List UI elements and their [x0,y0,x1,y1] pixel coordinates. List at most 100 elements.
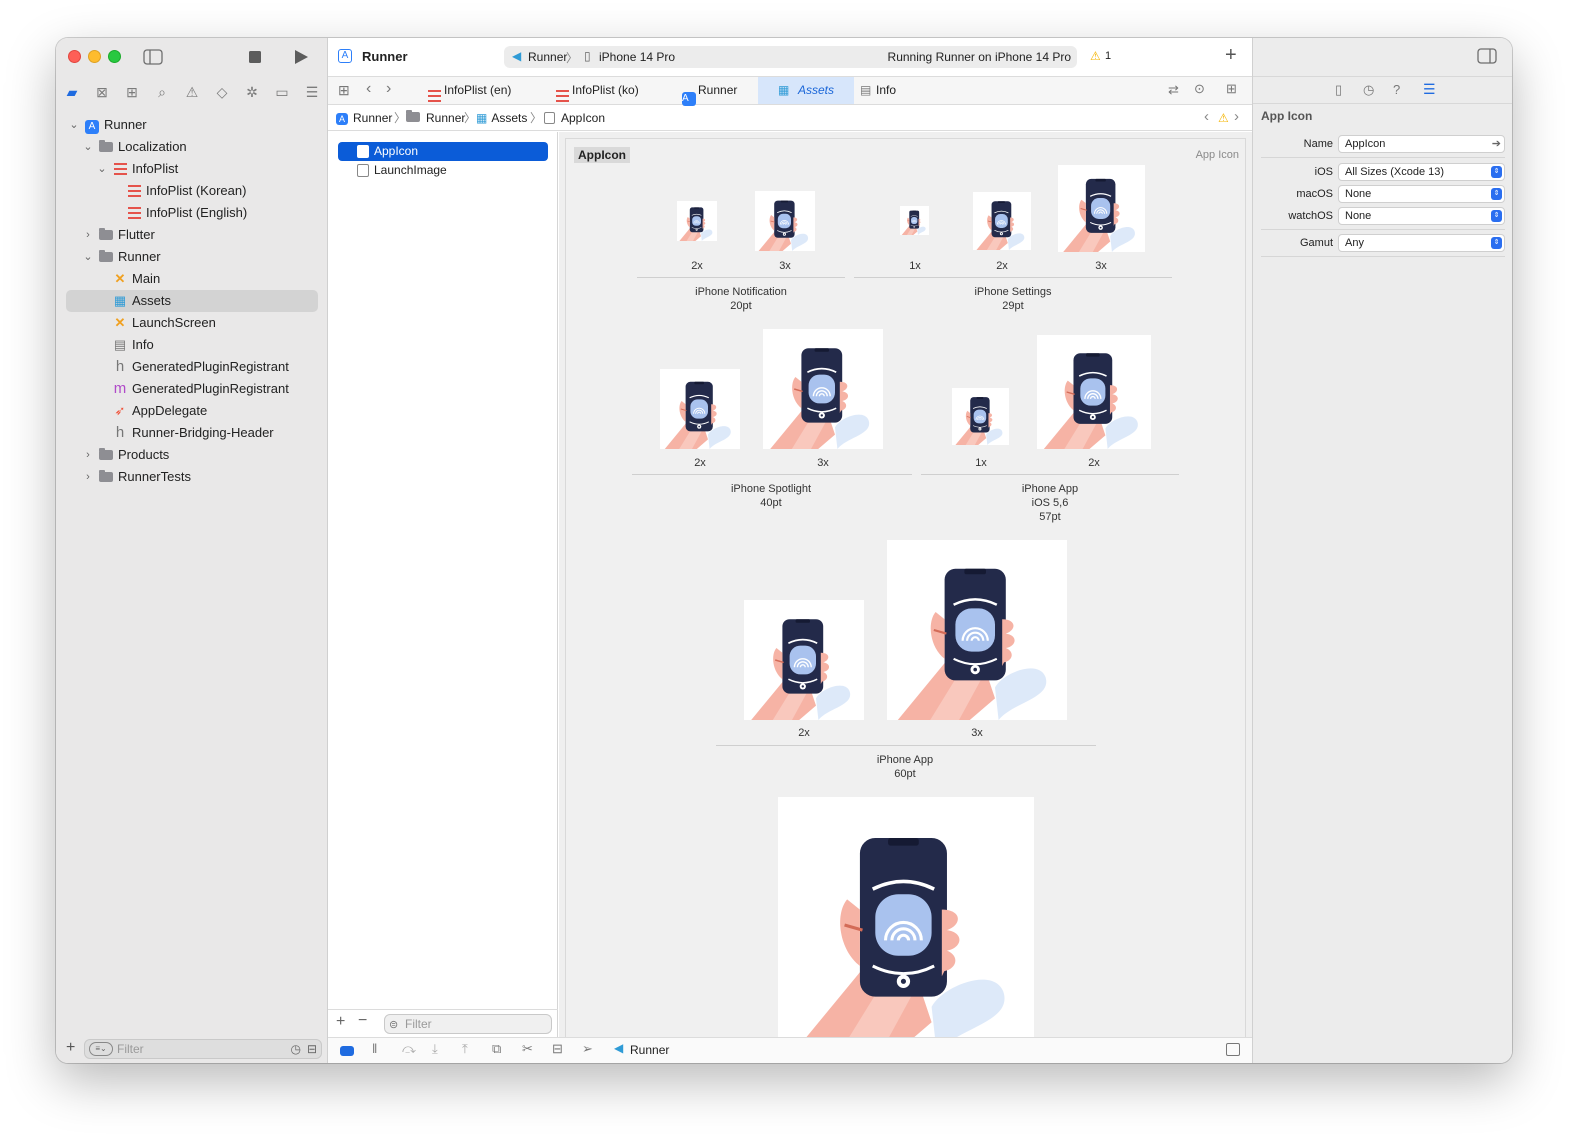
forward-icon[interactable]: › [386,80,391,98]
tree-item-infoplist-english[interactable]: InfoPlist (English) [66,202,318,224]
report-navigator-icon[interactable]: ☰ [302,82,322,102]
console-toggle-icon[interactable] [340,1046,354,1056]
warning-icon[interactable]: ⚠ [1090,49,1101,63]
asset-item-launchimage[interactable]: LaunchImage [338,161,548,180]
tree-item-runner-bridging-header[interactable]: h Runner-Bridging-Header [66,422,318,444]
related-items-icon[interactable]: ⊞ [338,82,350,99]
tree-item-runnertests[interactable]: › RunnerTests [66,466,318,488]
issue-navigator-icon[interactable]: ⚠ [182,82,202,102]
ios-select[interactable]: All Sizes (Xcode 13) ⇕ [1338,163,1505,181]
modified-files-icon[interactable]: ⊟ [307,1040,317,1058]
breadcrumb-runner-group[interactable]: Runner [406,105,465,131]
tab-infoplist-en[interactable]: InfoPlist (en) [426,77,554,104]
navigator-filter-input[interactable]: ≡⌄ Filter ◷ ⊟ [84,1039,322,1059]
disclosure-closed-icon[interactable]: › [82,224,94,246]
arrow-circle-icon[interactable]: ➔ [1492,136,1501,152]
step-into-icon[interactable]: ⤓ [432,1041,438,1057]
debug-navigator-icon[interactable]: ✲ [242,82,262,102]
breadcrumb-runner-project[interactable]: A Runner [336,105,392,131]
view-hierarchy-icon[interactable]: ⧉ [492,1041,501,1057]
test-navigator-icon[interactable]: ◇ [212,82,232,102]
help-inspector-icon[interactable]: ? [1393,82,1400,97]
previous-issue-icon[interactable]: ‹ [1204,105,1209,131]
icon-well-spotlight-3x[interactable] [763,329,883,449]
icon-well-settings-2x[interactable] [973,192,1031,250]
stop-icon[interactable] [248,50,262,64]
attributes-inspector-icon[interactable]: ☰ [1423,81,1436,98]
disclosure-open-icon[interactable]: ⌄ [96,158,108,180]
activity-viewer[interactable]: ◀ Runner 〉 ▯ iPhone 14 Pro Running Runne… [504,46,1077,68]
tab-assets[interactable]: ▦ Assets [758,77,854,104]
pause-icon[interactable]: ‖ [372,1041,377,1056]
disclosure-open-icon[interactable]: ⌄ [82,246,94,268]
icon-well-app-store[interactable] [778,797,1034,1037]
icon-well-settings-3x[interactable] [1058,165,1145,252]
breakpoint-navigator-icon[interactable]: ▭ [272,82,292,102]
breadcrumb-assets[interactable]: ▦ Assets [476,105,527,131]
tree-item-main[interactable]: ✕ Main [66,268,318,290]
disclosure-closed-icon[interactable]: › [82,466,94,488]
zoom-window-button[interactable] [108,50,121,63]
name-field[interactable]: AppIcon ➔ [1338,135,1505,153]
tree-item-assets[interactable]: ▦ Assets [66,290,318,312]
tree-item-launchscreen[interactable]: ✕ LaunchScreen [66,312,318,334]
icon-well-app-2x[interactable] [744,600,864,720]
tree-item-products[interactable]: › Products [66,444,318,466]
tree-item-appdelegate[interactable]: ➶ AppDelegate [66,400,318,422]
gamut-select[interactable]: Any ⇕ [1338,234,1505,252]
step-out-icon[interactable]: ⤒ [462,1041,468,1057]
tab-runner[interactable]: A Runner [680,77,758,106]
tree-item-runner-project[interactable]: ⌄ A Runner [66,114,318,136]
disclosure-open-icon[interactable]: ⌄ [68,114,80,136]
recent-files-icon[interactable]: ◷ [291,1040,301,1058]
memory-graph-icon[interactable]: ✂ [522,1041,533,1057]
tree-item-generatedpluginregistrant-m[interactable]: m GeneratedPluginRegistrant [66,378,318,400]
tree-item-generatedpluginregistrant-h[interactable]: h GeneratedPluginRegistrant [66,356,318,378]
disclosure-open-icon[interactable]: ⌄ [82,136,94,158]
tree-item-info[interactable]: ▤ Info [66,334,318,356]
adjust-editor-icon[interactable]: ⇄ [1168,82,1179,98]
tree-item-flutter[interactable]: › Flutter [66,224,318,246]
minimize-window-button[interactable] [88,50,101,63]
asset-item-appicon[interactable]: AppIcon [338,142,548,161]
macos-select[interactable]: None ⇕ [1338,185,1505,203]
sidebar-toggle-icon[interactable] [143,49,163,65]
project-navigator-icon[interactable]: ▰ [62,82,82,102]
library-add-icon[interactable]: + [1225,44,1237,67]
icon-well-notification-2x[interactable] [677,201,717,241]
asset-filter-input[interactable]: ⊜ Filter [384,1014,552,1034]
tab-info[interactable]: ▤ Info [858,77,938,104]
icon-well-app-ios56-1x[interactable] [952,388,1009,445]
close-window-button[interactable] [68,50,81,63]
icon-well-app-3x[interactable] [887,540,1067,720]
tree-item-runner-group[interactable]: ⌄ Runner [66,246,318,268]
add-icon[interactable]: + [66,1039,75,1057]
add-editor-icon[interactable]: ⊞ [1226,81,1237,97]
inspector-toggle-icon[interactable] [1477,48,1497,64]
icon-well-spotlight-2x[interactable] [660,369,740,449]
icon-well-app-ios56-2x[interactable] [1037,335,1151,449]
environment-overrides-icon[interactable]: ⊟ [552,1041,563,1057]
hide-debug-area-icon[interactable] [1226,1043,1240,1056]
tree-item-infoplist-korean[interactable]: InfoPlist (Korean) [66,180,318,202]
back-icon[interactable]: ‹ [366,80,371,98]
remove-icon[interactable]: − [358,1012,367,1030]
breadcrumb-appicon[interactable]: AppIcon [544,105,605,131]
icon-well-notification-3x[interactable] [755,191,815,251]
disclosure-closed-icon[interactable]: › [82,444,94,466]
symbol-navigator-icon[interactable]: ⊞ [122,82,142,102]
icon-well-settings-1x[interactable] [900,206,929,235]
watchos-select[interactable]: None ⇕ [1338,207,1505,225]
history-inspector-icon[interactable]: ◷ [1363,82,1374,98]
device-selector[interactable]: iPhone 14 Pro [599,50,675,64]
tree-item-localization[interactable]: ⌄ Localization [66,136,318,158]
add-icon[interactable]: + [336,1013,345,1031]
next-issue-icon[interactable]: › [1234,105,1239,131]
tree-item-infoplist[interactable]: ⌄ InfoPlist [66,158,318,180]
scheme-selector[interactable]: Runner [528,50,567,64]
step-over-icon[interactable]: ⤼ [402,1041,416,1057]
file-inspector-icon[interactable]: ▯ [1335,82,1342,98]
warning-icon[interactable]: ⚠ [1218,105,1229,131]
simulate-location-icon[interactable]: ➢ [582,1041,593,1057]
tab-infoplist-ko[interactable]: InfoPlist (ko) [554,77,680,104]
